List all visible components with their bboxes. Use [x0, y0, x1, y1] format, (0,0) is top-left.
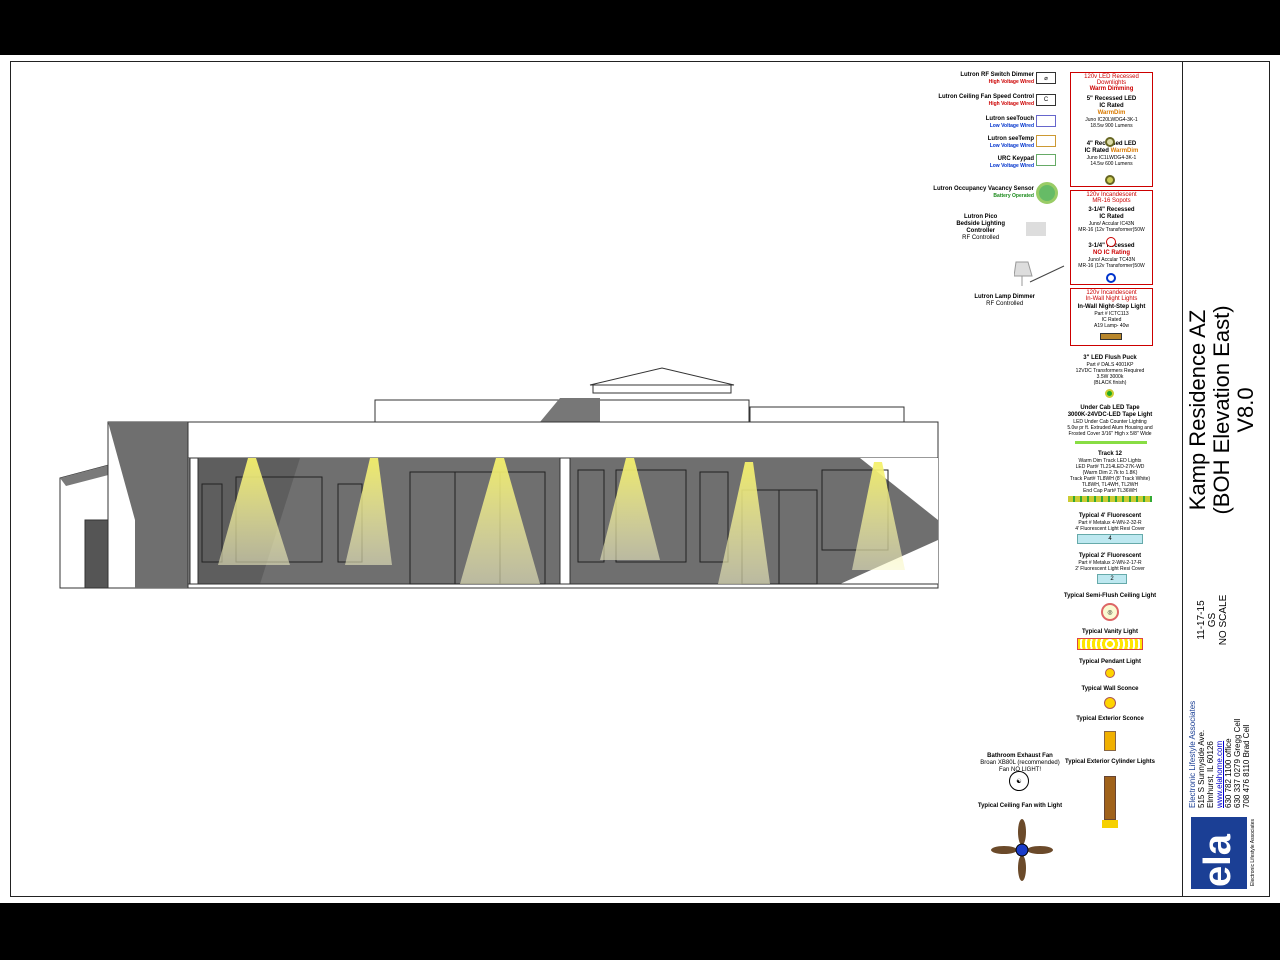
- vanity-icon: [1077, 638, 1143, 650]
- mr16-noic-icon: [1106, 273, 1116, 283]
- led-puck-text: 3" LED Flush Puck Part # DALS 4001KP 12VDC…: [1075, 355, 1145, 386]
- led-puck-icon: [1105, 389, 1114, 398]
- pico-remote-icon: [1026, 222, 1046, 236]
- cylinder-text: Typical Exterior Cylinder Lights: [1065, 759, 1155, 765]
- pendant-icon: [1105, 668, 1115, 678]
- project-title-block: Kamp Residence AZ (BOH Elevation East) V…: [1185, 290, 1258, 530]
- fluorescent-2-text: Typical 2' Fluorescent Part # Metalux 2-W…: [1075, 553, 1145, 572]
- night-light-icon: [1100, 333, 1122, 340]
- exterior-sconce-icon: [1104, 731, 1116, 751]
- drawing-initials: GS: [1207, 612, 1218, 628]
- company-website-link[interactable]: www.elahome.com: [1215, 741, 1224, 808]
- vanity-text: Typical Vanity Light: [1082, 629, 1138, 635]
- pendant-text: Typical Pendant Light: [1079, 659, 1141, 665]
- keypad-icon: [1036, 154, 1056, 166]
- seetemp-icon: [1036, 135, 1056, 147]
- led-tape-icon: [1075, 441, 1147, 444]
- occupancy-sensor-icon: [1036, 182, 1058, 204]
- company-cell-1: 630 337 0279 Gregg Cell: [1233, 718, 1242, 808]
- fluorescent-4-icon: 4: [1077, 534, 1143, 544]
- main-body: [187, 421, 939, 589]
- legend-fan-control: Lutron Ceiling Fan Speed Control High Vol…: [938, 94, 1034, 107]
- project-title: Kamp Residence AZ: [1185, 309, 1210, 511]
- drawing-date: 11-17-15: [1196, 600, 1207, 640]
- fluorescent-4-text: Typical 4' Fluorescent Part # Metalux 4-W…: [1075, 513, 1145, 532]
- company-address: Electronic Lifestyle Associates 515 S Su…: [1188, 658, 1251, 808]
- semi-flush-icon: ◎: [1101, 603, 1119, 621]
- led-recessed-text: 120v LED Recessed Downlights Warm Dimming …: [1084, 74, 1139, 167]
- rf-dimmer-icon: ⌀: [1036, 72, 1056, 84]
- track-text: Track 12 Warm Dim Track LED Lights LED Par…: [1069, 451, 1151, 494]
- recessed-4in-icon: [1105, 175, 1115, 185]
- project-subtitle: (BOH Elevation East): [1209, 305, 1234, 515]
- legend-lamp-dimmer: Lutron Lamp Dimmer RF Controlled: [974, 294, 1035, 307]
- lamp-dimmer-icon: [1014, 250, 1070, 290]
- company-cell-2: 708 476 8110 Brad Cell: [1242, 724, 1251, 808]
- mr16-text: 120v Incandescent MR-16 Sopots 3-1/4" Rec…: [1078, 192, 1145, 269]
- left-wing: [59, 421, 189, 589]
- mr16-ic-icon: [1106, 237, 1116, 247]
- wall-sconce-text: Typical Wall Sconce: [1081, 686, 1139, 692]
- logo-subtext: Electronic Lifestyle Associates: [1250, 819, 1256, 886]
- roof-cupola: [374, 367, 905, 423]
- track-icon: [1068, 496, 1152, 502]
- company-name: Electronic Lifestyle Associates: [1188, 700, 1197, 808]
- exterior-sconce-text: Typical Exterior Sconce: [1076, 716, 1144, 722]
- seetouch-icon: [1036, 115, 1056, 127]
- night-light-text: 120v Incandescent In-Wall Night Lights In…: [1077, 290, 1146, 329]
- legend-occupancy: Lutron Occupancy Vacancy Sensor Battery O…: [933, 186, 1034, 199]
- legend-keypad: URC Keypad Low Voltage Wired: [989, 156, 1034, 169]
- ceiling-fan-icon: [991, 819, 1053, 881]
- drawing-scale: NO SCALE: [1218, 594, 1229, 646]
- legend-rf-dimmer: Lutron RF Switch Dimmer High Voltage Wire…: [960, 72, 1034, 85]
- legend-pico: Lutron Pico Bedside Lighting Controller RF …: [956, 214, 1005, 241]
- legend-seetouch: Lutron seeTouch Low Voltage Wired: [985, 116, 1034, 129]
- company-street: 515 S Sunnyside Ave.: [1197, 729, 1206, 808]
- drawing-info: 11-17-15 GS NO SCALE: [1196, 585, 1229, 655]
- led-tape-text: Under Cab LED Tape 3000K-24VDC-LED Tape L…: [1067, 405, 1153, 437]
- project-version: V8.0: [1233, 387, 1258, 433]
- legend-seetemp: Lutron seeTemp Low Voltage Wired: [987, 136, 1034, 149]
- fluorescent-2-icon: 2: [1097, 574, 1127, 584]
- exhaust-fan-icon: ☯: [1009, 771, 1029, 791]
- legend-ceiling-fan: Typical Ceiling Fan with Light: [977, 803, 1063, 809]
- cylinder-icon: [1104, 776, 1116, 820]
- fan-control-icon: C: [1036, 94, 1056, 106]
- company-city: Elmhurst, IL 60126: [1206, 741, 1215, 808]
- company-logo: ela: [1191, 817, 1247, 889]
- cylinder-glow-icon: [1102, 820, 1118, 828]
- logo-text: ela: [1197, 834, 1239, 887]
- company-office: 630 782 1100 office: [1224, 738, 1233, 808]
- recessed-5in-icon: [1105, 137, 1115, 147]
- semi-flush-text: Typical Semi-Flush Ceiling Light: [1063, 593, 1157, 599]
- wall-sconce-icon: [1104, 697, 1116, 709]
